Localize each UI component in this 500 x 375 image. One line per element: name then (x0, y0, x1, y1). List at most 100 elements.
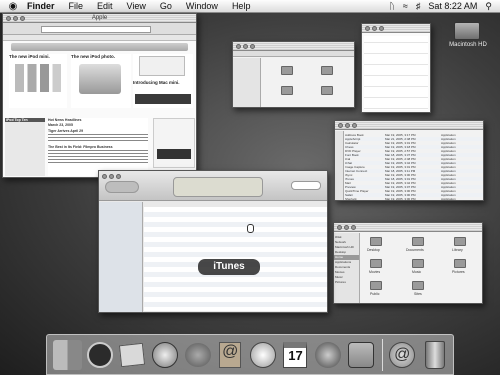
hard-drive-label[interactable]: Macintosh HD (438, 42, 498, 48)
close-icon[interactable] (337, 225, 342, 230)
bluetooth-icon[interactable]: ᚢ (386, 1, 399, 11)
ipod-mini-image (15, 64, 61, 92)
folder-label: Library (452, 248, 463, 252)
ipod-mini-heading: The new iPod mini. (9, 54, 50, 59)
folder-icon[interactable] (321, 86, 333, 95)
mac-mini-promo[interactable]: Introducing Mac mini. (133, 54, 193, 108)
safari-window: Apple The new iPod mini. The new iPod ph… (2, 13, 197, 178)
dashboard-icon[interactable] (86, 340, 115, 370)
mail-icon[interactable] (118, 340, 147, 370)
folder-icon[interactable] (412, 237, 424, 246)
sidebar-item-pictures[interactable]: Pictures (334, 280, 359, 285)
system-preferences-icon[interactable] (346, 340, 375, 370)
safari-titlebar[interactable]: Apple (3, 14, 196, 23)
hot-news-heading: Hot News Headlines (48, 118, 82, 122)
app-date: Mar 19, 2005, 3:00 PM (385, 197, 416, 201)
folder-icon[interactable] (370, 259, 382, 268)
folder-icon[interactable] (370, 281, 382, 290)
folder-icon[interactable] (412, 259, 424, 268)
mac-mini-heading: Introducing Mac mini. (133, 80, 180, 85)
ical-icon[interactable]: 17 (281, 340, 310, 370)
news-link-2[interactable]: The Best in Its Field: Filmpro Business (48, 145, 148, 149)
address-book-icon[interactable]: @ (216, 340, 245, 370)
contacts-titlebar[interactable] (362, 24, 430, 33)
folder-label: Sites (414, 292, 422, 296)
menu-go[interactable]: Go (153, 1, 179, 11)
minimize-icon[interactable] (372, 26, 377, 31)
menu-view[interactable]: View (120, 1, 153, 11)
minimize-icon[interactable] (345, 123, 350, 128)
play-controls[interactable] (105, 181, 139, 193)
cursor-icon (247, 224, 254, 233)
itunes-toolbar (99, 171, 327, 201)
menu-extras: ᚢ ≈ ♯ Sat 8:22 AM ⚲ (386, 1, 500, 12)
apple-menu-icon[interactable]: ◉ (6, 1, 20, 12)
applications-window: Address Book Mar 19, 2005, 3:17 PM Applica… (334, 120, 484, 201)
quicktime-icon[interactable] (314, 340, 343, 370)
minimize-icon[interactable] (344, 225, 349, 230)
safari-window-title: Apple (91, 15, 108, 21)
ipod-promo-1[interactable]: The new iPod mini. (9, 54, 67, 108)
folder-icon[interactable] (412, 281, 424, 290)
safari-icon[interactable] (151, 340, 180, 370)
menu-file[interactable]: File (62, 1, 91, 11)
ichat-icon[interactable] (183, 340, 212, 370)
zoom-icon[interactable] (20, 16, 25, 21)
finder-small-toolbar (233, 51, 354, 57)
hard-drive-icon[interactable] (454, 22, 480, 40)
close-icon[interactable] (365, 26, 370, 31)
menu-edit[interactable]: Edit (90, 1, 120, 11)
mac-mini-image (139, 56, 185, 76)
close-icon[interactable] (338, 123, 343, 128)
news-link-1[interactable]: Tiger Arrives April 29 (48, 129, 148, 133)
wifi-icon[interactable]: ≈ (399, 1, 412, 11)
bookmarks-bar (3, 35, 196, 41)
internet-icon[interactable]: @ (388, 340, 417, 370)
close-icon[interactable] (102, 174, 107, 179)
applications-sidebar (335, 131, 344, 200)
itunes-tooltip: iTunes (198, 259, 260, 275)
ad-box[interactable] (153, 118, 195, 168)
folder-label: Music (412, 270, 422, 274)
folder-icon[interactable] (454, 237, 466, 246)
address-field[interactable] (41, 26, 151, 33)
home-titlebar[interactable] (334, 223, 482, 232)
finder-small-titlebar[interactable] (233, 42, 354, 51)
volume-icon[interactable]: ♯ (412, 1, 425, 11)
ipod-promo-2[interactable]: The new iPod photo. (71, 54, 131, 108)
apple-tabs (11, 43, 188, 51)
itunes-icon[interactable] (249, 340, 278, 370)
trash-icon[interactable] (420, 340, 449, 370)
zoom-icon[interactable] (351, 225, 356, 230)
spotlight-icon[interactable]: ⚲ (481, 1, 496, 12)
folder-icon[interactable] (370, 237, 382, 246)
app-row[interactable]: Sherlock Mar 19, 2005, 3:00 PM Application (345, 197, 483, 201)
zoom-icon[interactable] (379, 26, 384, 31)
contacts-list (364, 36, 428, 110)
minimize-icon[interactable] (109, 174, 114, 179)
folder-icon[interactable] (281, 86, 293, 95)
zoom-icon[interactable] (250, 44, 255, 49)
minimize-icon[interactable] (13, 16, 18, 21)
minimize-icon[interactable] (243, 44, 248, 49)
zoom-icon[interactable] (116, 174, 121, 179)
zoom-icon[interactable] (352, 123, 357, 128)
folder-icon[interactable] (454, 259, 466, 268)
close-icon[interactable] (6, 16, 11, 21)
finder-icon[interactable] (53, 339, 82, 370)
contacts-window (361, 23, 431, 113)
applications-titlebar[interactable] (335, 121, 483, 130)
close-icon[interactable] (236, 44, 241, 49)
folder-icon[interactable] (281, 66, 293, 75)
menu-window[interactable]: Window (179, 1, 225, 11)
menu-finder[interactable]: Finder (20, 1, 62, 11)
ipod-photo-image (79, 64, 121, 94)
folder-icon[interactable] (321, 66, 333, 75)
finder-window-small (232, 41, 355, 108)
itunes-window (98, 170, 328, 313)
dock: @ 17 @ (46, 334, 454, 375)
app-name: Sherlock (345, 197, 357, 201)
clock[interactable]: Sat 8:22 AM (424, 1, 481, 11)
menu-help[interactable]: Help (225, 1, 258, 11)
search-field[interactable] (291, 181, 321, 190)
